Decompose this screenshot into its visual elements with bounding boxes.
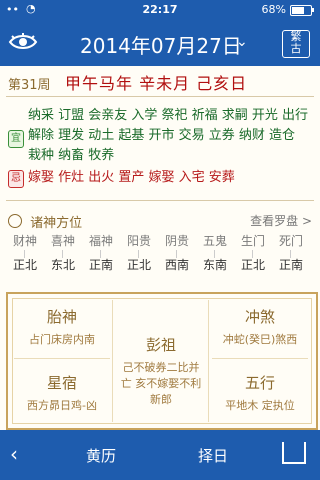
taishen-cell: 胎神 占门床房内南 bbox=[16, 306, 108, 347]
direction-name: 阴贵 bbox=[164, 234, 189, 248]
compass-icon bbox=[8, 214, 22, 228]
direction-name: 喜神 bbox=[50, 234, 75, 248]
back-icon[interactable]: ‹ bbox=[10, 442, 18, 466]
divider bbox=[6, 200, 314, 201]
direction-value: 东南 bbox=[202, 258, 227, 272]
direction-item: 五鬼 东南 bbox=[196, 232, 234, 273]
direction-item: 阴贵 西南 bbox=[158, 232, 196, 273]
direction-value: 西南 bbox=[164, 258, 189, 272]
app-header: 2014年07月27日 ⌄ 繁 古 bbox=[0, 20, 320, 66]
direction-name: 阳贵 bbox=[126, 234, 151, 248]
tab-almanac[interactable]: 黄历 bbox=[86, 445, 116, 466]
ji-section: 忌 嫁娶 作灶 出火 置产 嫁娶 入宅 安葬 bbox=[8, 168, 312, 188]
chongsha-text: 冲蛇(癸巳)煞西 bbox=[222, 333, 298, 346]
direction-value: 正北 bbox=[126, 258, 151, 272]
eye-icon[interactable] bbox=[8, 32, 38, 52]
xingxiu-text: 西方昴日鸡-凶 bbox=[27, 399, 97, 412]
direction-item: 生门 正北 bbox=[234, 232, 272, 273]
view-compass-link[interactable]: 查看罗盘 > bbox=[250, 212, 312, 229]
day-info: 第31周 甲午马年 辛未月 己亥日 bbox=[8, 70, 247, 94]
direction-item: 财神 正北 bbox=[6, 232, 44, 273]
pengzu-text: 己不破券二比并亡 亥不嫁娶不利新郎 bbox=[120, 361, 202, 406]
xingxiu-cell: 星宿 西方昴日鸡-凶 bbox=[16, 372, 108, 413]
direction-value: 正北 bbox=[240, 258, 265, 272]
direction-name: 生门 bbox=[240, 234, 265, 248]
direction-name: 财神 bbox=[12, 234, 37, 248]
pengzu-cell: 彭祖 己不破券二比并亡 亥不嫁娶不利新郎 bbox=[118, 334, 204, 407]
chevron-down-icon[interactable]: ⌄ bbox=[236, 34, 248, 50]
wuxing-title: 五行 bbox=[244, 374, 275, 392]
directions-title-text: 诸神方位 bbox=[30, 216, 83, 231]
ji-badge: 忌 bbox=[8, 170, 24, 188]
battery-percent: 68% bbox=[261, 3, 286, 16]
direction-item: 阳贵 正北 bbox=[120, 232, 158, 273]
direction-value: 正北 bbox=[12, 258, 37, 272]
ganzhi: 甲午马年 辛未月 己亥日 bbox=[65, 74, 248, 93]
taishen-title: 胎神 bbox=[46, 308, 77, 326]
wuxing-text: 平地木 定执位 bbox=[225, 399, 295, 412]
directions-title: 诸神方位 bbox=[8, 212, 82, 231]
direction-name: 死门 bbox=[278, 234, 303, 248]
wuxing-cell: 五行 平地木 定执位 bbox=[212, 372, 308, 413]
direction-item: 喜神 东北 bbox=[44, 232, 82, 273]
direction-value: 东北 bbox=[50, 258, 75, 272]
trad-simp-text: 繁 古 bbox=[290, 30, 302, 55]
direction-value: 正南 bbox=[278, 258, 303, 272]
taishen-text: 占门床房内南 bbox=[29, 333, 95, 346]
battery-icon bbox=[290, 5, 314, 16]
share-icon[interactable] bbox=[282, 442, 306, 464]
xingxiu-title: 星宿 bbox=[46, 374, 77, 392]
direction-name: 福神 bbox=[88, 234, 113, 248]
ji-text: 嫁娶 作灶 出火 置产 嫁娶 入宅 安葬 bbox=[28, 170, 235, 185]
chongsha-title: 冲煞 bbox=[244, 308, 275, 326]
yi-section: 宜 纳采 订盟 会亲友 入学 祭祀 祈福 求嗣 开光 出行 解除 理发 动土 起… bbox=[8, 106, 312, 166]
direction-value: 正南 bbox=[88, 258, 113, 272]
tab-date-selection[interactable]: 择日 bbox=[198, 445, 228, 466]
pengzu-title: 彭祖 bbox=[145, 336, 176, 354]
direction-item: 死门 正南 bbox=[272, 232, 310, 273]
date-selector[interactable]: 2014年07月27日 bbox=[80, 30, 242, 59]
tab-bar: ‹ 黄历 择日 bbox=[0, 430, 320, 480]
week-number: 第31周 bbox=[8, 78, 51, 93]
yi-text: 纳采 订盟 会亲友 入学 祭祀 祈福 求嗣 开光 出行 解除 理发 动土 起基 … bbox=[28, 108, 309, 163]
status-bar: •• ◔ 22:17 68% bbox=[0, 0, 320, 20]
divider bbox=[6, 96, 314, 97]
direction-name: 五鬼 bbox=[202, 234, 227, 248]
trad-simp-toggle[interactable]: 繁 古 bbox=[282, 30, 310, 58]
chongsha-cell: 冲煞 冲蛇(癸巳)煞西 bbox=[212, 306, 308, 347]
yi-badge: 宜 bbox=[8, 130, 24, 148]
direction-item: 福神 正南 bbox=[82, 232, 120, 273]
almanac-panel: 胎神 占门床房内南 彭祖 己不破券二比并亡 亥不嫁娶不利新郎 冲煞 冲蛇(癸巳)… bbox=[6, 292, 318, 430]
